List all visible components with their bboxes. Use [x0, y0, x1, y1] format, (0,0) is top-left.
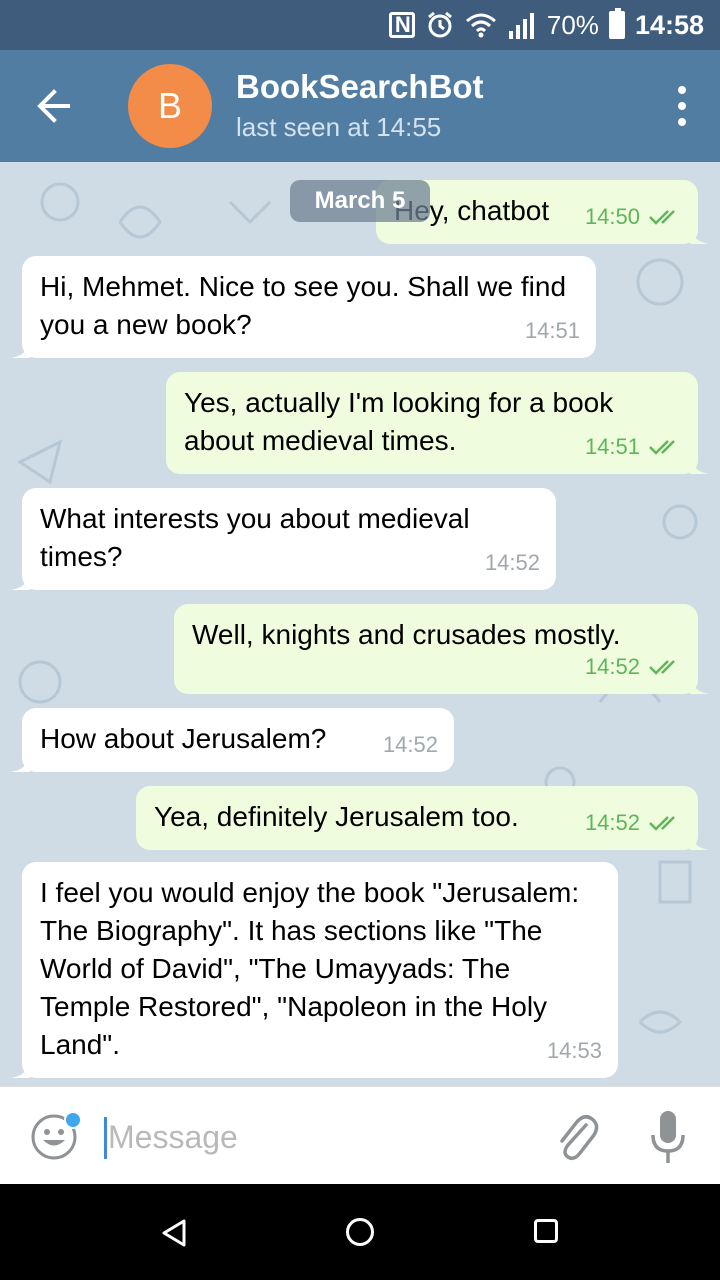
chat-header: B BookSearchBot last seen at 14:55: [0, 50, 720, 162]
battery-percent: 70%: [546, 9, 599, 40]
message-bubble-incoming[interactable]: What interests you about medieval times?…: [10, 488, 556, 590]
message-text: Well, knights and crusades mostly.: [192, 619, 621, 650]
bubble-tail: [10, 1060, 30, 1078]
status-bar: 70% 14:58: [0, 0, 720, 50]
bubble-tail: [690, 456, 710, 474]
bubble-tail: [690, 226, 710, 244]
double-check-icon: [649, 660, 675, 675]
message-time: 14:51: [584, 434, 640, 459]
message-text: How about Jerusalem?: [40, 723, 327, 754]
bubble-tail: [690, 676, 710, 694]
avatar[interactable]: B: [128, 64, 212, 148]
notification-dot: [64, 1111, 82, 1129]
attach-icon[interactable]: [552, 1111, 600, 1163]
double-check-icon: [649, 816, 675, 831]
message-input[interactable]: [108, 1109, 528, 1165]
double-check-icon: [649, 440, 675, 455]
message-bubble-incoming[interactable]: How about Jerusalem? 14:52: [10, 708, 454, 772]
message-bubble-outgoing[interactable]: Yes, actually I'm looking for a book abo…: [166, 372, 710, 474]
message-text: What interests you about medieval times?: [40, 503, 478, 572]
message-text: Hi, Mehmet. Nice to see you. Shall we fi…: [40, 271, 574, 340]
nav-home-icon[interactable]: [346, 1218, 374, 1246]
signal-icon: [508, 13, 534, 39]
message-text: Yea, definitely Jerusalem too.: [154, 801, 519, 832]
message-time: 14:51: [524, 318, 580, 343]
message-bubble-incoming[interactable]: Hi, Mehmet. Nice to see you. Shall we fi…: [10, 256, 596, 358]
message-time: 14:52: [382, 732, 438, 757]
more-options-icon[interactable]: [674, 86, 690, 126]
message-bubble-outgoing[interactable]: Yea, definitely Jerusalem too. 14:52: [136, 786, 710, 850]
microphone-icon[interactable]: [648, 1109, 688, 1165]
bubble-tail: [10, 572, 30, 590]
battery-icon: [608, 8, 625, 39]
message-bubble-outgoing[interactable]: Well, knights and crusades mostly. 14:52: [174, 604, 710, 694]
nfc-icon: [388, 12, 415, 38]
text-cursor: [104, 1117, 107, 1159]
message-time: 14:52: [484, 550, 540, 575]
avatar-letter: B: [157, 85, 182, 126]
message-time: 14:50: [584, 204, 640, 229]
bubble-tail: [690, 832, 710, 850]
message-time: 14:53: [546, 1038, 602, 1063]
composer-bar: [0, 1086, 720, 1184]
back-arrow-icon[interactable]: [28, 80, 80, 132]
system-nav-bar: [0, 1184, 720, 1280]
nav-back-icon[interactable]: [160, 1218, 188, 1248]
bubble-tail: [10, 340, 30, 358]
nav-recents-icon[interactable]: [534, 1219, 558, 1243]
double-check-icon: [649, 210, 675, 225]
message-time: 14:52: [584, 810, 640, 835]
chat-title[interactable]: BookSearchBot: [236, 68, 484, 106]
last-seen-status: last seen at 14:55: [236, 112, 442, 142]
alarm-icon: [427, 11, 452, 38]
message-list[interactable]: March 5 Hey, chatbot 14:50 Hi, Mehmet. N…: [0, 162, 720, 1086]
clock: 14:58: [634, 9, 704, 40]
date-separator: March 5: [290, 180, 430, 222]
message-text: I feel you would enjoy the book "Jerusal…: [40, 877, 587, 1060]
bubble-tail: [10, 754, 30, 772]
message-bubble-incoming[interactable]: I feel you would enjoy the book "Jerusal…: [10, 862, 618, 1078]
message-time: 14:52: [584, 654, 640, 679]
wifi-icon: [465, 13, 496, 38]
message-text: Yes, actually I'm looking for a book abo…: [184, 387, 621, 456]
